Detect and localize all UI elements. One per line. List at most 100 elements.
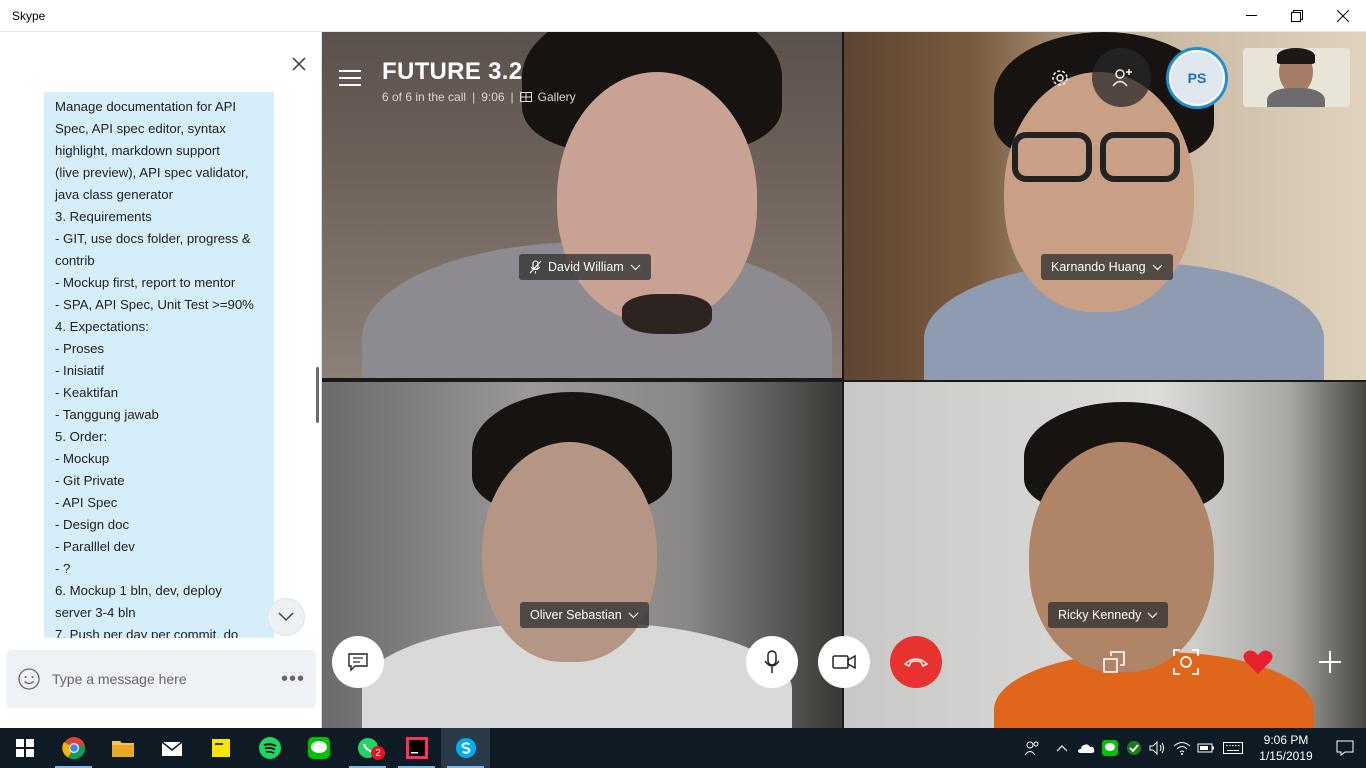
more-options-button[interactable]: ••• xyxy=(270,668,316,691)
switch-screen-icon xyxy=(1103,651,1125,673)
chevron-down-icon xyxy=(628,612,639,618)
emoji-button[interactable] xyxy=(6,668,52,690)
wifi-button[interactable] xyxy=(1170,741,1194,755)
notification-icon xyxy=(1336,740,1354,756)
react-heart-button[interactable] xyxy=(1242,646,1274,678)
message-line: - Inisiatif xyxy=(55,363,105,378)
taskbar-file-explorer[interactable] xyxy=(98,728,147,768)
message-line: (live preview), API spec validator, xyxy=(55,165,249,180)
chat-panel: Manage documentation for API Spec, API s… xyxy=(0,32,322,728)
hang-up-icon xyxy=(903,658,929,667)
call-title: FUTURE 3.2 xyxy=(382,58,523,85)
participant-name-tag-oliver[interactable]: Oliver Sebastian xyxy=(520,602,649,628)
close-icon xyxy=(292,57,306,71)
taskbar-clock[interactable]: 9:06 PM 1/15/2019 xyxy=(1248,732,1324,764)
message-line: - Mockup first, report to mentor xyxy=(55,275,236,290)
view-mode-button[interactable]: Gallery xyxy=(538,90,576,104)
volume-button[interactable] xyxy=(1146,741,1170,755)
gear-icon xyxy=(1052,70,1068,86)
message-line: - Git Private xyxy=(55,473,125,488)
message-line: - Proses xyxy=(55,341,105,356)
message-line: - Keaktifan xyxy=(55,385,119,400)
people-button[interactable] xyxy=(1014,740,1050,756)
line-tray-button[interactable] xyxy=(1098,740,1122,756)
start-button[interactable] xyxy=(0,728,49,768)
participant-name-tag-david[interactable]: David William xyxy=(519,254,651,280)
close-chat-button[interactable] xyxy=(286,51,312,77)
plus-icon xyxy=(1319,651,1341,673)
chevron-down-icon xyxy=(630,264,641,270)
message-line: contrib xyxy=(55,253,95,268)
message-line: 5. Order: xyxy=(55,429,108,444)
message-bubble: Manage documentation for API Spec, API s… xyxy=(44,92,274,638)
message-line: 3. Requirements xyxy=(55,209,152,224)
taskbar-intellij[interactable] xyxy=(392,728,441,768)
battery-button[interactable] xyxy=(1194,742,1218,754)
message-line: java class generator xyxy=(55,187,174,202)
spotify-icon xyxy=(258,737,281,759)
taskbar-mail[interactable] xyxy=(147,728,196,768)
more-call-options-button[interactable] xyxy=(1314,646,1346,678)
onedrive-button[interactable] xyxy=(1074,742,1098,754)
chat-icon xyxy=(348,653,368,672)
chevron-up-icon xyxy=(1056,745,1068,752)
restore-button[interactable] xyxy=(1274,0,1320,32)
call-duration: 9:06 xyxy=(481,90,505,104)
keyboard-icon xyxy=(1223,742,1243,754)
battery-icon xyxy=(1197,743,1214,753)
self-video-preview[interactable] xyxy=(1243,48,1350,107)
call-menu-button[interactable] xyxy=(338,68,362,90)
message-input[interactable] xyxy=(52,671,270,687)
chat-scrollbar[interactable] xyxy=(316,367,319,423)
action-center-button[interactable] xyxy=(1324,740,1366,756)
message-composer: ••• xyxy=(6,650,316,708)
call-header: FUTURE 3.2 6 of 6 in the call | 9:06 | G… xyxy=(382,58,576,104)
close-button[interactable] xyxy=(1320,0,1366,32)
participant-name-tag-ricky[interactable]: Ricky Kennedy xyxy=(1048,602,1169,628)
windows-start-icon xyxy=(15,739,34,757)
window-title: Skype xyxy=(12,8,46,23)
taskbar-spotify[interactable] xyxy=(245,728,294,768)
norton-tray-button[interactable] xyxy=(1122,740,1146,756)
taskbar-sticky-notes[interactable] xyxy=(196,728,245,768)
participant-name: Oliver Sebastian xyxy=(530,608,622,622)
message-line: - Tanggung jawab xyxy=(55,407,159,422)
sticky-notes-icon xyxy=(211,739,230,757)
chevron-down-icon xyxy=(1152,264,1162,270)
call-settings-button[interactable] xyxy=(1040,58,1080,98)
status-separator: | xyxy=(472,90,476,104)
close-icon xyxy=(1337,9,1349,22)
switch-view-button[interactable] xyxy=(1098,646,1130,678)
emoji-icon xyxy=(18,668,40,690)
gallery-icon xyxy=(519,92,532,102)
line-icon xyxy=(307,737,330,759)
scroll-to-bottom-button[interactable] xyxy=(267,598,305,636)
video-toggle-button[interactable] xyxy=(818,636,870,688)
add-participant-button[interactable] xyxy=(1092,48,1151,107)
end-call-button[interactable] xyxy=(890,636,942,688)
chevron-down-icon xyxy=(1147,612,1158,618)
title-bar: Skype xyxy=(0,0,1366,32)
participant-name-tag-karnando[interactable]: Karnando Huang xyxy=(1041,254,1173,280)
show-hidden-icons-button[interactable] xyxy=(1050,744,1074,752)
skype-icon xyxy=(455,738,476,758)
avatar[interactable]: PS xyxy=(1166,47,1228,109)
notification-badge: 2 xyxy=(371,746,385,760)
message-line: - Paralllel dev xyxy=(55,539,135,554)
taskbar-skype[interactable] xyxy=(441,728,490,768)
folder-icon xyxy=(111,741,134,757)
people-icon xyxy=(1024,741,1039,756)
taskbar-whatsapp[interactable]: 2 xyxy=(343,728,392,768)
mute-button[interactable] xyxy=(746,636,798,688)
clock-time: 9:06 PM xyxy=(1263,733,1309,747)
taskbar-line[interactable] xyxy=(294,728,343,768)
message-line: Manage documentation for API xyxy=(55,99,237,114)
keyboard-button[interactable] xyxy=(1218,742,1248,754)
message-line: 7. Push per day per commit, do xyxy=(55,627,239,638)
message-line: 6. Mockup 1 bln, dev, deploy xyxy=(55,583,222,598)
minimize-button[interactable] xyxy=(1228,0,1274,32)
taskbar-chrome[interactable] xyxy=(49,728,98,768)
volume-icon xyxy=(1149,741,1164,755)
open-chat-button[interactable] xyxy=(332,636,384,688)
snapshot-button[interactable] xyxy=(1170,646,1202,678)
